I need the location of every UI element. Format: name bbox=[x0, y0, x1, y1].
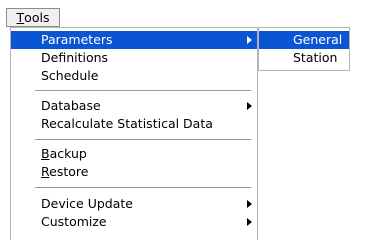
menu-item-schedule[interactable]: Schedule bbox=[11, 67, 257, 85]
menu-item-label-rest: ackup bbox=[49, 146, 87, 161]
submenu-item-general[interactable]: General bbox=[259, 31, 349, 49]
menu-item-label: Customize bbox=[41, 214, 107, 229]
parameters-submenu: General Station bbox=[258, 27, 350, 71]
menu-item-label: Database bbox=[41, 98, 101, 113]
tools-menu-button[interactable]: Tools bbox=[6, 8, 60, 27]
menu-item-mnemonic: R bbox=[41, 164, 50, 179]
submenu-arrow-icon bbox=[247, 218, 252, 226]
menu-item-label: Station bbox=[293, 50, 338, 65]
menu-item-label: Recalculate Statistical Data bbox=[41, 116, 213, 131]
menu-separator bbox=[35, 90, 251, 91]
tools-dropdown-menu: Parameters Definitions Schedule Database… bbox=[10, 27, 258, 240]
menu-item-database[interactable]: Database bbox=[11, 97, 257, 115]
menu-item-label: Schedule bbox=[41, 68, 99, 83]
menu-item-customize[interactable]: Customize bbox=[11, 213, 257, 231]
menu-item-definitions[interactable]: Definitions bbox=[11, 49, 257, 67]
menu-item-restore[interactable]: Restore bbox=[11, 163, 257, 181]
submenu-arrow-icon bbox=[247, 102, 252, 110]
submenu-arrow-icon bbox=[247, 36, 252, 44]
submenu-item-station[interactable]: Station bbox=[259, 49, 349, 67]
menu-item-label: Parameters bbox=[41, 32, 113, 47]
menu-item-mnemonic: B bbox=[41, 146, 50, 161]
menu-item-label: Definitions bbox=[41, 50, 109, 65]
menu-separator bbox=[35, 187, 251, 188]
menu-item-device-update[interactable]: Device Update bbox=[11, 195, 257, 213]
menu-item-label: General bbox=[293, 32, 343, 47]
menu-item-label-rest: estore bbox=[49, 164, 89, 179]
tools-mnemonic: T bbox=[16, 10, 25, 25]
submenu-arrow-icon bbox=[247, 200, 252, 208]
menu-item-backup[interactable]: Backup bbox=[11, 145, 257, 163]
menu-item-parameters[interactable]: Parameters bbox=[11, 31, 257, 49]
menu-item-label: Device Update bbox=[41, 196, 133, 211]
tools-label-rest: ools bbox=[24, 10, 50, 25]
menu-bar: Tools bbox=[0, 0, 378, 27]
menu-separator bbox=[35, 139, 251, 140]
menu-item-recalculate-statistical-data[interactable]: Recalculate Statistical Data bbox=[11, 115, 257, 133]
